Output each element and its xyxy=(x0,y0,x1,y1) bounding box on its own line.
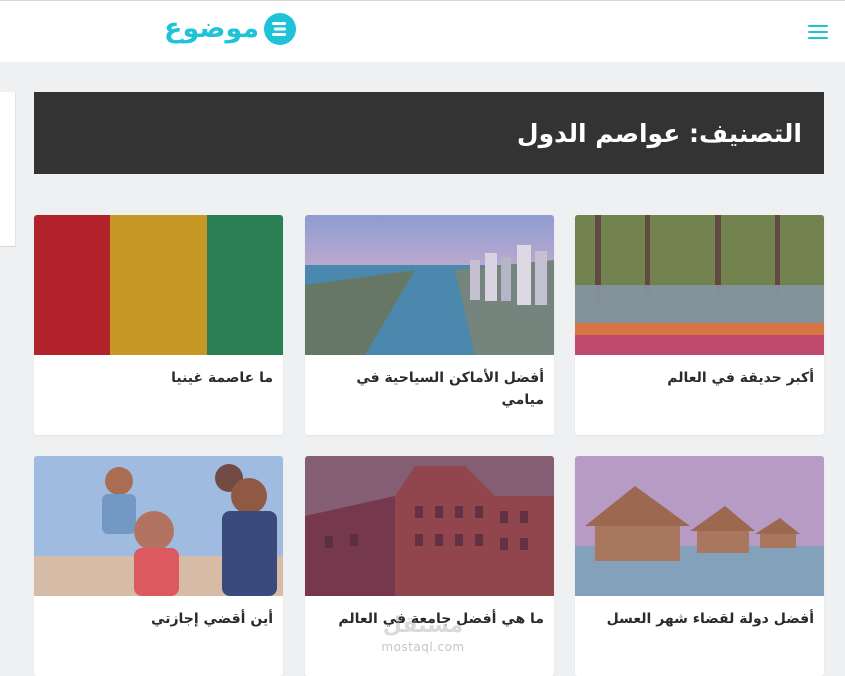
article-card-garden[interactable]: أكبر حديقة في العالم xyxy=(575,215,824,435)
article-thumbnail xyxy=(34,215,283,355)
page-title: التصنيف: عواصم الدول xyxy=(516,118,802,148)
article-card-guinea[interactable]: ما عاصمة غينيا xyxy=(34,215,283,435)
article-title[interactable]: ما هي أفضل جامعة في العالم xyxy=(315,608,544,630)
article-title[interactable]: أكبر حديقة في العالم xyxy=(585,367,814,389)
article-card-honeymoon[interactable]: أفضل دولة لقضاء شهر العسل xyxy=(575,456,824,676)
article-thumbnail xyxy=(34,456,283,596)
article-title[interactable]: أفضل الأماكن السياحية في ميامي xyxy=(315,367,544,411)
article-title[interactable]: ما عاصمة غينيا xyxy=(44,367,273,389)
article-card-university[interactable]: ما هي أفضل جامعة في العالم xyxy=(305,456,554,676)
article-card-vacation[interactable]: أين أقضي إجازتي xyxy=(34,456,283,676)
mawdoo-logo-icon xyxy=(264,13,297,45)
article-title[interactable]: أفضل دولة لقضاء شهر العسل xyxy=(585,608,814,630)
site-logo[interactable]: موضوع xyxy=(164,9,297,49)
article-card-miami[interactable]: أفضل الأماكن السياحية في ميامي xyxy=(305,215,554,435)
logo-text: موضوع xyxy=(164,13,260,44)
article-title[interactable]: أين أقضي إجازتي xyxy=(44,608,273,630)
article-thumbnail xyxy=(305,215,554,355)
article-thumbnail xyxy=(305,456,554,596)
article-thumbnail xyxy=(575,456,824,596)
top-navigation-bar: موضوع xyxy=(0,0,845,62)
category-header: التصنيف: عواصم الدول xyxy=(34,92,824,174)
hamburger-menu-icon[interactable] xyxy=(808,23,830,41)
side-panel-edge xyxy=(0,92,16,247)
article-thumbnail xyxy=(575,215,824,355)
